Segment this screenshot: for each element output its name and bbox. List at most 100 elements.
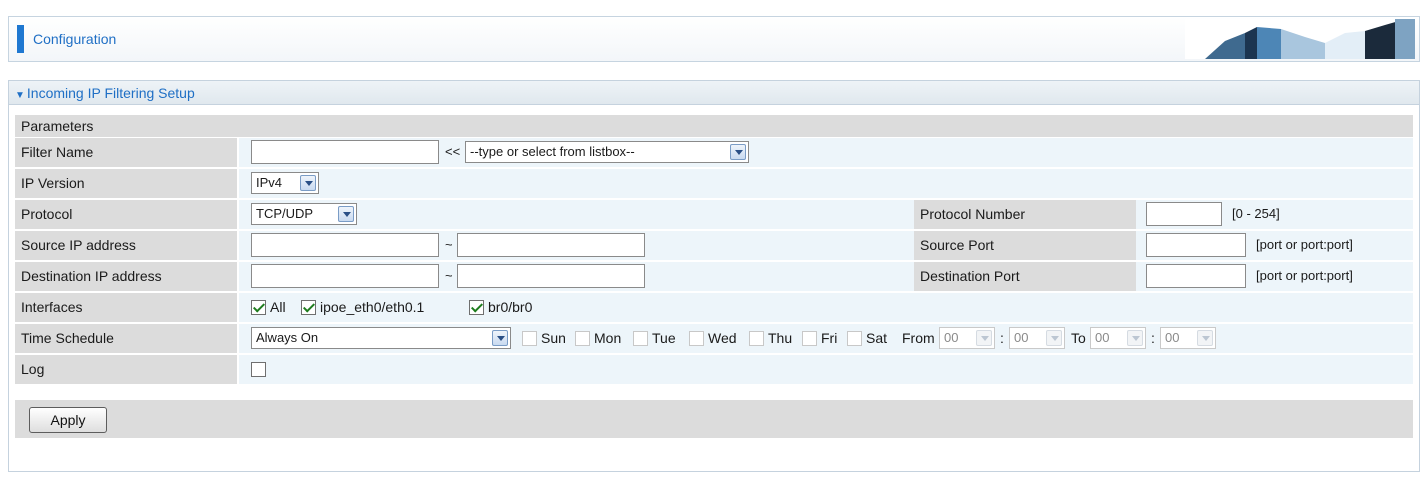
interface-br0-checkbox[interactable] (469, 300, 484, 315)
day-tue-checkbox[interactable] (633, 331, 648, 346)
header-decoration-graphic (1185, 19, 1415, 59)
interface-all-checkbox[interactable] (251, 300, 266, 315)
destination-ip-label: Destination IP address (15, 262, 237, 291)
filter-name-select-value: --type or select from listbox-- (470, 144, 635, 159)
protocol-number-label: Protocol Number (914, 200, 1136, 229)
day-mon-label: Mon (594, 330, 622, 346)
parameters-label: Parameters (21, 118, 94, 134)
day-fri-checkbox[interactable] (802, 331, 817, 346)
time-schedule-select[interactable]: Always On (251, 327, 511, 349)
to-hour-value: 00 (1095, 330, 1110, 345)
destination-ip-from-input[interactable] (251, 264, 439, 288)
config-header: Configuration (8, 16, 1420, 62)
chevron-down-icon[interactable] (1197, 330, 1213, 346)
chevron-down-icon[interactable] (976, 330, 992, 346)
source-ip-row: Source IP address ~ Source Port [port or… (15, 231, 1413, 262)
destination-port-hint: [port or port:port] (1256, 268, 1353, 283)
protocol-value: TCP/UDP (256, 206, 314, 221)
day-wed-checkbox[interactable] (689, 331, 704, 346)
interface-all-label: All (270, 299, 286, 315)
to-minute-value: 00 (1165, 330, 1180, 345)
from-minute-select[interactable]: 00 (1009, 327, 1065, 349)
day-fri-label: Fri (821, 330, 838, 346)
protocol-row: Protocol TCP/UDP Protocol Number [0 - 25… (15, 200, 1413, 231)
day-tue-label: Tue (652, 330, 676, 346)
day-sat-label: Sat (866, 330, 888, 346)
protocol-label: Protocol (15, 200, 237, 229)
source-ip-to-input[interactable] (457, 233, 645, 257)
log-checkbox[interactable] (251, 362, 266, 377)
apply-button[interactable]: Apply (29, 407, 107, 433)
log-row: Log (15, 355, 1413, 386)
day-thu-checkbox[interactable] (749, 331, 764, 346)
filter-panel: ▼ Incoming IP Filtering Setup Parameters … (8, 80, 1420, 472)
interfaces-label: Interfaces (15, 293, 237, 322)
to-label: To (1071, 330, 1086, 346)
chevron-down-icon[interactable] (338, 206, 354, 222)
chevron-down-icon[interactable] (300, 175, 316, 191)
to-colon: : (1151, 330, 1155, 346)
interfaces-row: Interfaces All ipoe_eth0/eth0.1 br0/br0 (15, 293, 1413, 324)
parameters-row: Parameters (15, 115, 1413, 137)
from-minute-value: 00 (1014, 330, 1029, 345)
header-accent-bar (17, 25, 24, 53)
day-mon-checkbox[interactable] (575, 331, 590, 346)
protocol-number-input[interactable] (1146, 202, 1222, 226)
destination-ip-separator: ~ (445, 268, 453, 283)
ip-version-cell: IPv4 (239, 169, 1413, 198)
chevron-down-icon[interactable] (730, 144, 746, 160)
section-title-text: Incoming IP Filtering Setup (26, 85, 195, 101)
from-hour-value: 00 (944, 330, 959, 345)
source-port-hint: [port or port:port] (1256, 237, 1353, 252)
day-wed-label: Wed (708, 330, 737, 346)
time-schedule-row: Time Schedule Always On Sun Mon Tue Wed … (15, 324, 1413, 355)
from-colon: : (1000, 330, 1004, 346)
time-schedule-label: Time Schedule (15, 324, 237, 353)
interface-br0-label: br0/br0 (488, 299, 533, 315)
section-title[interactable]: ▼ Incoming IP Filtering Setup (9, 81, 1419, 105)
day-thu-label: Thu (768, 330, 793, 346)
filter-name-separator: << (445, 144, 461, 159)
time-schedule-cell: Always On Sun Mon Tue Wed Thu Fri Sat Fr… (239, 324, 1413, 353)
ip-version-label: IP Version (15, 169, 237, 198)
day-sun-label: Sun (541, 330, 566, 346)
collapse-triangle-icon[interactable]: ▼ (15, 90, 25, 101)
filter-name-cell: << --type or select from listbox-- (239, 138, 1413, 167)
from-hour-select[interactable]: 00 (939, 327, 995, 349)
filter-name-input[interactable] (251, 140, 439, 164)
source-port-input[interactable] (1146, 233, 1246, 257)
chevron-down-icon[interactable] (1046, 330, 1062, 346)
source-port-label: Source Port (914, 231, 1136, 260)
time-schedule-value: Always On (256, 330, 319, 345)
day-sat-checkbox[interactable] (847, 331, 862, 346)
interfaces-cell: All ipoe_eth0/eth0.1 br0/br0 (239, 293, 1413, 322)
from-label: From (902, 330, 935, 346)
protocol-number-cell: [0 - 254] (1138, 200, 1413, 229)
chevron-down-icon[interactable] (1127, 330, 1143, 346)
source-ip-label: Source IP address (15, 231, 237, 260)
ip-version-row: IP Version IPv4 (15, 169, 1413, 200)
interface-ipoe-checkbox[interactable] (301, 300, 316, 315)
filter-name-label: Filter Name (15, 138, 237, 167)
source-port-cell: [port or port:port] (1138, 231, 1413, 260)
destination-ip-row: Destination IP address ~ Destination Por… (15, 262, 1413, 293)
ip-version-select[interactable]: IPv4 (251, 172, 319, 194)
destination-ip-to-input[interactable] (457, 264, 645, 288)
action-row: Apply (15, 400, 1413, 438)
source-ip-separator: ~ (445, 237, 453, 252)
destination-port-cell: [port or port:port] (1138, 262, 1413, 291)
to-minute-select[interactable]: 00 (1160, 327, 1216, 349)
destination-port-input[interactable] (1146, 264, 1246, 288)
page-title: Configuration (33, 31, 117, 47)
filter-name-row: Filter Name << --type or select from lis… (15, 138, 1413, 169)
day-sun-checkbox[interactable] (522, 331, 537, 346)
destination-port-label: Destination Port (914, 262, 1136, 291)
ip-version-value: IPv4 (256, 175, 283, 190)
to-hour-select[interactable]: 00 (1090, 327, 1146, 349)
log-label: Log (15, 355, 237, 384)
source-ip-from-input[interactable] (251, 233, 439, 257)
chevron-down-icon[interactable] (492, 330, 508, 346)
protocol-select[interactable]: TCP/UDP (251, 203, 357, 225)
interface-ipoe-label: ipoe_eth0/eth0.1 (320, 299, 425, 315)
filter-name-select[interactable]: --type or select from listbox-- (465, 141, 749, 163)
